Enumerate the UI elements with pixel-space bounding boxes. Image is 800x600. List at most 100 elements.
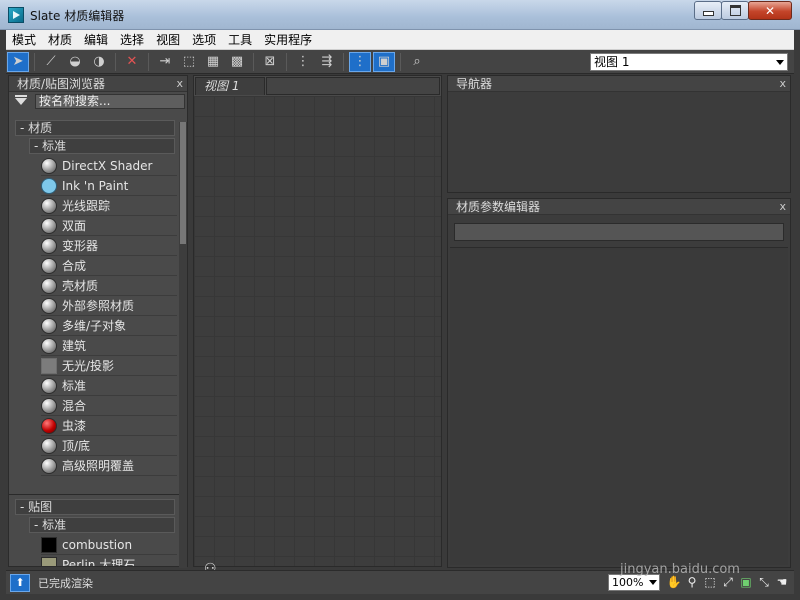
select-by-material-button[interactable]: ⌕ [406, 52, 428, 72]
browser-list-item[interactable]: DirectX Shader [41, 156, 177, 176]
menu-edit[interactable]: 编辑 [78, 30, 114, 50]
browser-list-item-label: 标准 [62, 379, 87, 393]
select-tool-button[interactable]: ➤ [7, 51, 29, 72]
maximize-button[interactable] [721, 1, 749, 20]
maps-standard-subgroup[interactable]: - 标准 [29, 517, 175, 533]
material-swatch-icon [41, 337, 57, 354]
pick-material-button[interactable]: ⟋ [40, 52, 62, 72]
materials-standard-subgroup[interactable]: - 标准 [29, 138, 175, 154]
layout-children-icon: ⋮ [353, 54, 367, 69]
layout-horizontal-button[interactable]: ⇶ [316, 52, 338, 72]
maps-list: - 贴图 - 标准 combustion Perlin 大理石 [9, 494, 179, 566]
browser-list-item-label: 多维/子对象 [62, 319, 127, 333]
browser-list-item[interactable]: 混合 [41, 396, 177, 416]
tab-view-1[interactable]: 视图 1 [195, 77, 265, 95]
layout-vertical-button[interactable]: ⋮ [292, 52, 314, 72]
browser-search-row: 按名称搜索... [9, 92, 187, 112]
close-window-button[interactable]: ✕ [748, 1, 792, 20]
browser-list-item-label: 混合 [62, 399, 87, 413]
toggle-parameter-editor-button[interactable]: ▣ [373, 51, 395, 72]
material-swatch-icon [41, 397, 57, 414]
browser-list-item[interactable]: 无光/投影 [41, 356, 177, 376]
reset-map-button[interactable]: ◑ [88, 52, 110, 72]
browser-list-item[interactable]: 标准 [41, 376, 177, 396]
browser-list-item-label: DirectX Shader [62, 158, 153, 173]
browser-list-item[interactable]: 虫漆 [41, 416, 177, 436]
show-map-button[interactable]: ▦ [202, 52, 224, 72]
hand-grab-icon[interactable]: ☚ [774, 573, 790, 591]
browser-header: 材质/贴图浏览器 x [9, 76, 187, 92]
browser-list-item[interactable]: 光线跟踪 [41, 196, 177, 216]
menu-select[interactable]: 选择 [114, 30, 150, 50]
materials-group-header[interactable]: - 材质 [15, 120, 175, 136]
menu-utilities[interactable]: 实用程序 [258, 30, 318, 50]
browser-scrollbar[interactable] [179, 122, 187, 568]
browser-list-item-label: 双面 [62, 219, 87, 233]
minimize-icon [695, 2, 721, 19]
window-controls: ✕ [694, 1, 792, 20]
material-swatch-icon [41, 297, 57, 314]
search-by-name-input[interactable]: 按名称搜索... [35, 94, 185, 109]
browser-list-item[interactable]: 多维/子对象 [41, 316, 177, 336]
pan-to-selected-icon[interactable]: ⤡ [756, 573, 772, 591]
zoom-extents-selected-icon[interactable]: ▣ [738, 573, 754, 591]
param-editor-body [450, 247, 788, 565]
show-result-icon: ⊠ [264, 54, 276, 69]
browser-list-item-label: combustion [62, 537, 133, 552]
cursor-arrow-icon: ➤ [12, 54, 24, 69]
browser-list-item-label: 建筑 [62, 339, 87, 353]
hide-unused-button[interactable]: ⬚ [178, 52, 200, 72]
show-end-result-button[interactable]: ⊠ [259, 52, 281, 72]
checker-background-icon: ▩ [230, 54, 244, 69]
browser-list-item[interactable]: 双面 [41, 216, 177, 236]
navigator-close-button[interactable]: x [779, 76, 786, 92]
assign-material-button[interactable]: ◒ [64, 52, 86, 72]
browser-list-item[interactable]: 外部参照材质 [41, 296, 177, 316]
toolbar-separator [253, 52, 254, 71]
material-swatch-icon [41, 317, 57, 334]
param-editor-close-button[interactable]: x [779, 199, 786, 215]
browser-list-item[interactable]: 顶/底 [41, 436, 177, 456]
browser-scrollbar-thumb[interactable] [180, 122, 186, 244]
browser-list-item[interactable]: 壳材质 [41, 276, 177, 296]
menu-view[interactable]: 视图 [150, 30, 186, 50]
view-selector-value: 视图 1 [594, 55, 630, 69]
browser-close-button[interactable]: x [176, 76, 183, 92]
browser-list-item[interactable]: Perlin 大理石 [41, 555, 177, 566]
browser-list-item[interactable]: Ink 'n Paint [41, 176, 177, 196]
menu-material[interactable]: 材质 [42, 30, 78, 50]
material-swatch-icon [41, 217, 57, 234]
browser-list-item[interactable]: 高级照明覆盖 [41, 456, 177, 476]
material-swatch-icon [41, 357, 57, 374]
material-swatch-icon [41, 556, 57, 566]
minimize-button[interactable] [694, 1, 722, 20]
toolbar-separator [34, 52, 35, 71]
layout-vertical-icon: ⋮ [296, 54, 310, 69]
window-title: Slate 材质编辑器 [30, 9, 125, 23]
browser-list-item-label: Perlin 大理石 [62, 558, 136, 566]
material-parameter-editor: 材质参数编辑器 x [447, 198, 791, 568]
browser-list-item[interactable]: 合成 [41, 256, 177, 276]
node-view-canvas[interactable]: ⚇ [194, 96, 441, 577]
material-swatch-icon [41, 237, 57, 254]
background-button[interactable]: ▩ [226, 52, 248, 72]
delete-button[interactable]: ✕ [121, 52, 143, 72]
browser-list-item[interactable]: 变形器 [41, 236, 177, 256]
view-selector-dropdown[interactable]: 视图 1 [590, 53, 788, 71]
menu-options[interactable]: 选项 [186, 30, 222, 50]
maps-group-header[interactable]: - 贴图 [15, 499, 175, 515]
menu-mode[interactable]: 模式 [6, 30, 42, 50]
browser-list-item[interactable]: combustion [41, 535, 177, 555]
app-logo-icon [8, 7, 24, 23]
browser-list-item[interactable]: 建筑 [41, 336, 177, 356]
browser-list-item-label: 顶/底 [62, 439, 91, 453]
move-children-icon: ⇥ [159, 54, 171, 69]
toolbar-separator [400, 52, 401, 71]
render-status-icon[interactable]: ⬆ [10, 574, 30, 592]
param-name-field[interactable] [454, 223, 784, 241]
browser-options-icon[interactable] [15, 95, 27, 105]
move-children-button[interactable]: ⇥ [154, 52, 176, 72]
layout-children-button[interactable]: ⋮ [349, 51, 371, 72]
param-editor-title: 材质参数编辑器 [456, 200, 541, 214]
menu-tools[interactable]: 工具 [222, 30, 258, 50]
